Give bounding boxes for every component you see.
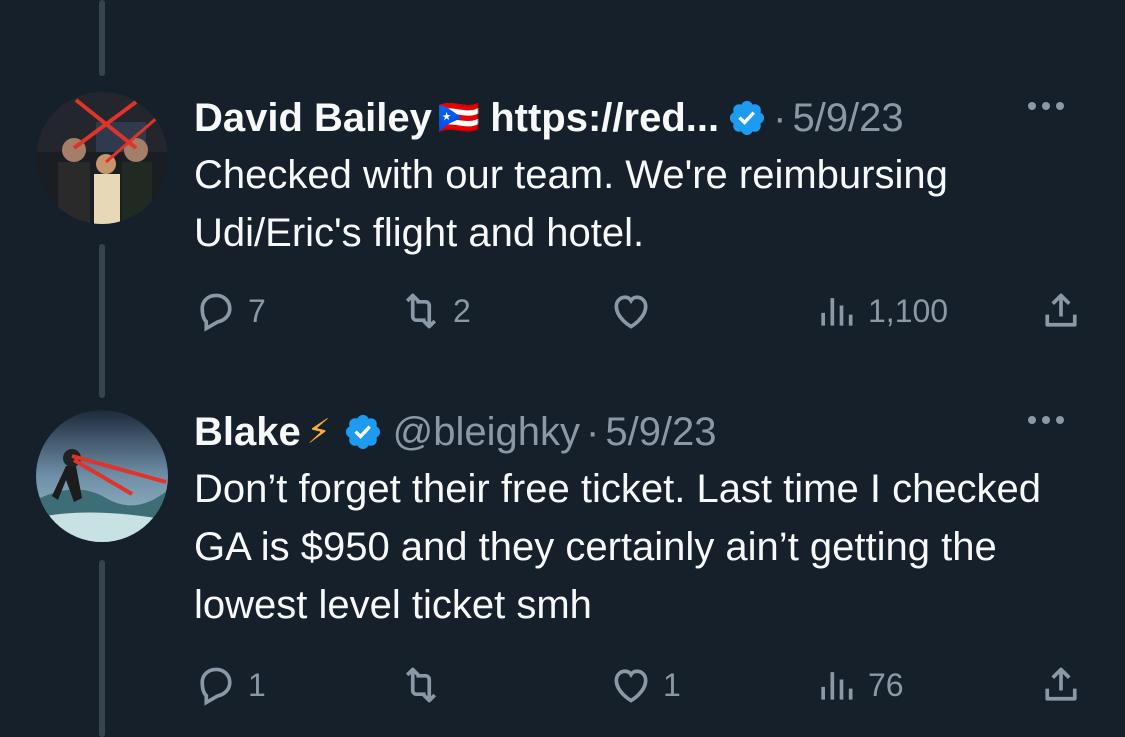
thread-line [99,560,105,737]
like-icon [614,295,648,329]
more-icon[interactable] [1028,102,1064,110]
display-name[interactable]: Blake [194,410,301,455]
retweet-button[interactable]: 2 [399,286,471,336]
tweet-actions: 7 2 1,100 [194,286,1094,336]
tweet-date[interactable]: 5/9/23 [792,96,903,141]
reply-button[interactable]: 1 [194,660,266,710]
avatar-photo [36,92,168,224]
share-button[interactable] [1039,660,1083,710]
avatar[interactable] [36,92,168,224]
retweet-icon [405,667,437,703]
share-icon [1045,667,1077,701]
reply-icon [200,293,232,332]
like-button[interactable]: 1 [609,660,681,710]
tweet-content: Blake ⚡ @bleighky · 5/9/23 Don’t forget … [194,402,1094,634]
tweet-content: David Bailey 🇵🇷 https://red... · 5/9/23 … [194,88,1094,262]
like-icon [614,669,648,703]
profile-link[interactable]: https://red... [490,96,719,141]
thread-line [99,244,105,398]
like-count: 1 [663,666,681,703]
tweet-thread: David Bailey 🇵🇷 https://red... · 5/9/23 … [0,0,1125,737]
views-icon [821,672,853,700]
tweet-header: David Bailey 🇵🇷 https://red... · 5/9/23 [194,88,1094,148]
reply-icon [200,667,232,706]
share-button[interactable] [1039,286,1083,336]
tweet-text: Checked with our team. We're reimbursing… [194,153,948,255]
view-count: 76 [868,666,904,703]
tweet-actions: 1 1 76 [194,660,1094,710]
previous-tweet-actions [194,0,1094,14]
tweet-header: Blake ⚡ @bleighky · 5/9/23 [194,402,1094,462]
verified-badge-icon [730,100,765,136]
tweet-date[interactable]: 5/9/23 [605,410,716,455]
tweet-text: Don’t forget their free ticket. Last tim… [194,467,1042,627]
verified-badge-icon [345,414,380,450]
retweet-count: 2 [453,292,471,329]
more-icon[interactable] [1028,416,1064,424]
view-count: 1,100 [868,292,949,329]
lightning-emoji: ⚡ [306,413,331,451]
reply-count: 1 [248,666,266,703]
views-button[interactable]: 76 [814,660,904,710]
flag-emoji: 🇵🇷 [437,99,481,137]
thread-line [99,0,105,76]
reply-count: 7 [248,292,266,329]
share-icon [1045,293,1077,327]
reply-button[interactable]: 7 [194,286,266,336]
like-button[interactable] [609,286,663,336]
retweet-icon [405,293,437,329]
retweet-button[interactable] [399,660,453,710]
avatar-photo [36,410,168,542]
avatar[interactable] [36,410,168,542]
display-name[interactable]: David Bailey [194,96,432,141]
user-handle[interactable]: @bleighky [393,410,580,455]
separator: · [773,95,787,140]
separator: · [586,409,600,454]
views-icon [821,298,853,326]
views-button[interactable]: 1,100 [814,286,948,336]
